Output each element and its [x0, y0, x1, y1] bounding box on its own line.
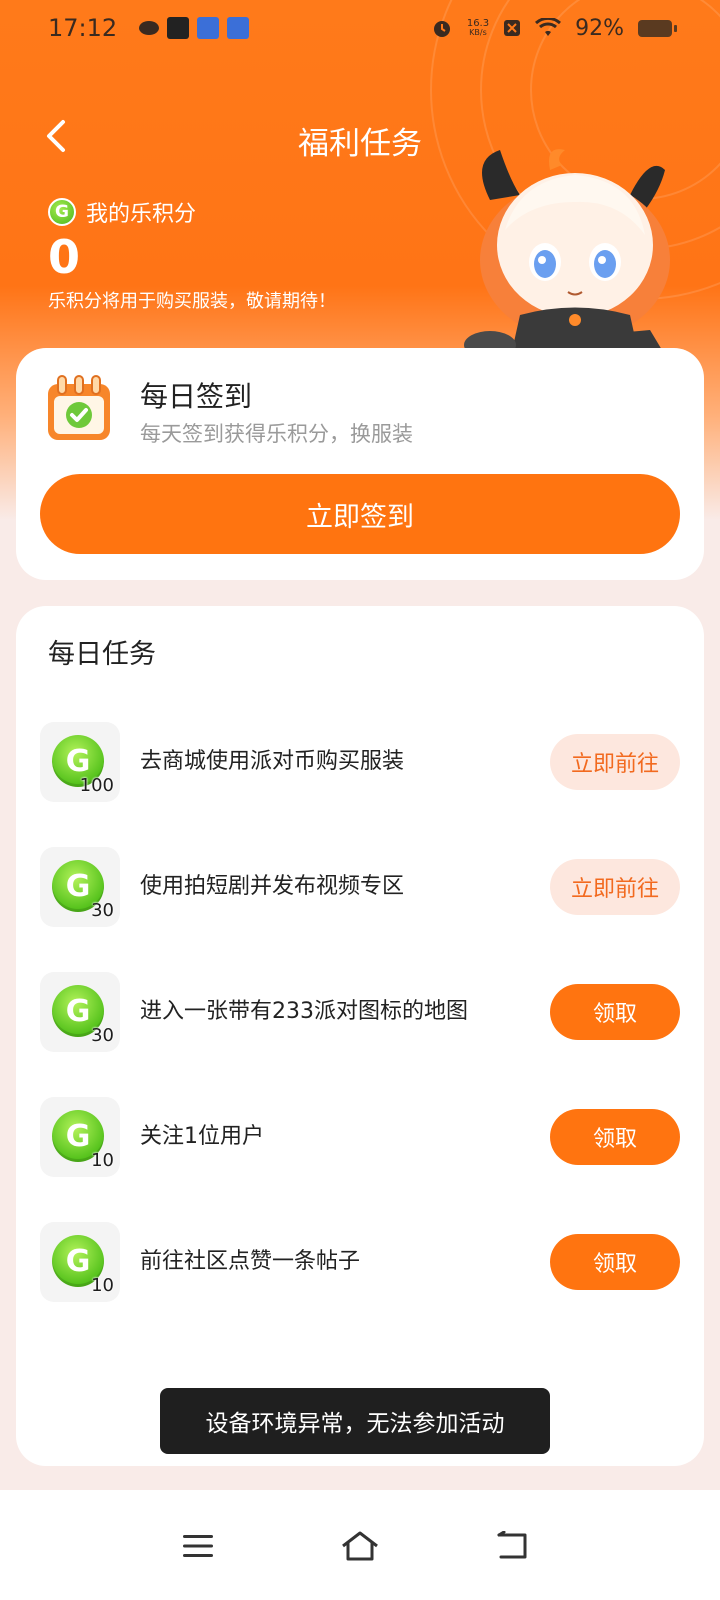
home-icon [342, 1531, 378, 1561]
calendar-check-icon [48, 375, 110, 440]
soul-app-icon [167, 17, 190, 39]
task-row: G 30 进入一张带有233派对图标的地图 领取 [40, 972, 680, 1052]
tasks-title: 每日任务 [48, 639, 156, 670]
battery-icon [638, 19, 677, 37]
task-reward-amount: 10 [91, 1275, 114, 1296]
task-label: 关注1位用户 [140, 1124, 264, 1149]
points-coin-icon: G [48, 198, 76, 226]
nav-back-button[interactable] [482, 1516, 542, 1576]
task-label: 进入一张带有233派对图标的地图 [140, 999, 468, 1024]
task-row: G 30 使用拍短剧并发布视频专区 立即前往 [40, 847, 680, 927]
baidu-app-icon [197, 17, 220, 39]
task-claim-button[interactable]: 领取 [550, 1234, 680, 1290]
task-label: 使用拍短剧并发布视频专区 [140, 874, 405, 899]
signin-title: 每日签到 [140, 380, 253, 413]
mascot-illustration [464, 149, 670, 365]
signin-button[interactable]: 立即签到 [40, 474, 680, 554]
task-claim-button[interactable]: 领取 [550, 984, 680, 1040]
task-label: 前往社区点赞一条帖子 [140, 1249, 361, 1274]
signin-subtitle: 每天签到获得乐积分，换服装 [140, 422, 413, 446]
task-row: G 10 关注1位用户 领取 [40, 1097, 680, 1177]
daily-signin-card: 每日签到 每天签到获得乐积分，换服装 立即签到 [16, 348, 704, 580]
baidu-app-icon [227, 17, 250, 39]
status-time: 17:12 [48, 14, 118, 42]
points-label-row: G 我的乐积分 [48, 196, 196, 228]
system-nav-bar [0, 1490, 720, 1600]
no-sim-icon [504, 20, 521, 36]
menu-icon [183, 1535, 213, 1557]
task-reward-icon: G 10 [40, 1222, 120, 1302]
points-label: 我的乐积分 [86, 202, 197, 227]
task-reward-amount: 10 [91, 1150, 114, 1171]
task-reward-icon: G 100 [40, 722, 120, 802]
task-label: 去商城使用派对币购买服装 [140, 749, 405, 774]
task-reward-icon: G 30 [40, 972, 120, 1052]
toast-message: 设备环境异常，无法参加活动 [160, 1388, 550, 1454]
task-claim-button[interactable]: 领取 [550, 1109, 680, 1165]
nav-menu-button[interactable] [168, 1516, 228, 1576]
points-note: 乐积分将用于购买服装，敬请期待！ [48, 291, 336, 312]
status-bar: 17:12 16.3 KB/s 92% [0, 0, 720, 56]
task-reward-amount: 100 [79, 775, 114, 796]
task-reward-amount: 30 [91, 1025, 114, 1046]
task-go-button[interactable]: 立即前往 [550, 734, 680, 790]
net-speed-unit: KB/s [469, 28, 487, 37]
daily-tasks-card: 每日任务 G 100 去商城使用派对币购买服装 立即前往 G 30 使用拍短剧并… [16, 606, 704, 1466]
task-reward-amount: 30 [91, 900, 114, 921]
alarm-icon [433, 21, 450, 37]
task-reward-icon: G 30 [40, 847, 120, 927]
task-row: G 10 前往社区点赞一条帖子 领取 [40, 1222, 680, 1302]
net-speed: 16.3 KB/s [467, 19, 489, 37]
task-go-button[interactable]: 立即前往 [550, 859, 680, 915]
nav-home-button[interactable] [330, 1516, 390, 1576]
task-reward-icon: G 10 [40, 1097, 120, 1177]
points-value: 0 [48, 230, 81, 284]
task-row: G 100 去商城使用派对币购买服装 立即前往 [40, 722, 680, 802]
battery-percent: 92% [575, 15, 624, 41]
status-right-icons: 16.3 KB/s 92% [431, 15, 677, 41]
wifi-icon [535, 18, 562, 36]
notification-icons [139, 17, 250, 39]
app-notification-icon [139, 21, 160, 35]
back-icon [497, 1531, 527, 1559]
